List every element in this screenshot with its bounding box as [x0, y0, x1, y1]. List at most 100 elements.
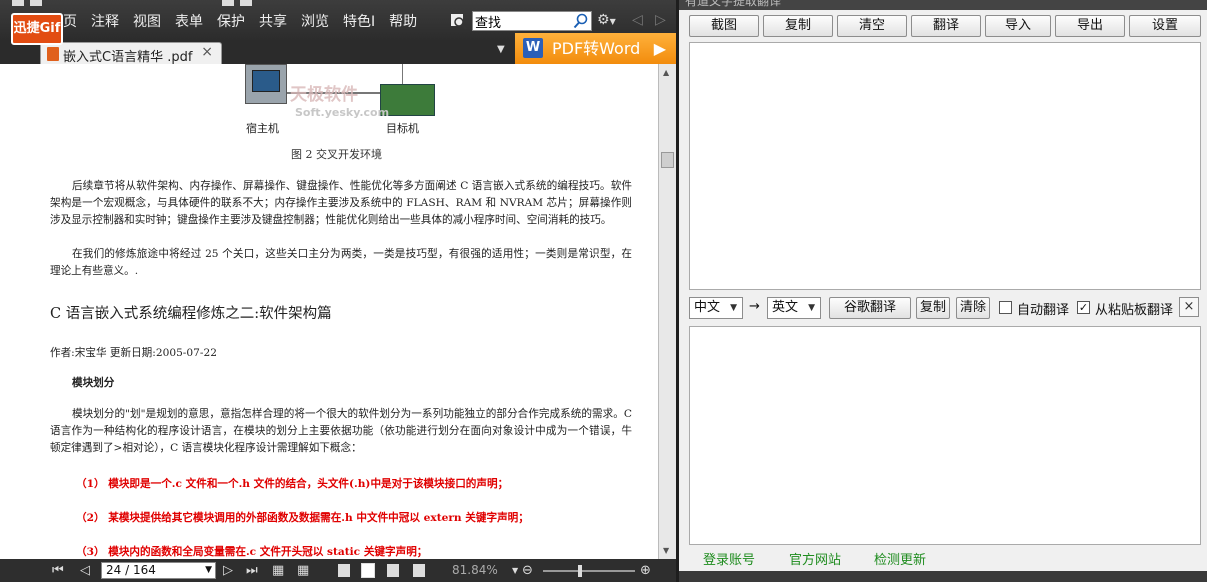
continuous-page-icon[interactable] [361, 563, 375, 578]
zoom-slider[interactable] [543, 570, 635, 572]
next-page-icon[interactable]: ▷ [223, 563, 233, 578]
export-button[interactable]: 导出 [1055, 15, 1125, 37]
close-icon[interactable]: × [1179, 297, 1199, 317]
pdf-to-word-label: PDF转Word [552, 39, 641, 58]
tab-document[interactable]: 嵌入式C语言精华 .pdf × [40, 42, 222, 65]
auto-translate-label: 自动翻译 [1017, 303, 1070, 318]
pdf-to-word-button[interactable]: W PDF转Word ▶ [515, 33, 676, 64]
paragraph: 模块划分的"划"是规划的意思，意指怎样合理的将一个很大的软件划分为一系列功能独立… [50, 408, 632, 454]
search-input[interactable] [473, 12, 569, 30]
open-icon[interactable] [30, 0, 42, 6]
menu-form[interactable]: 表单 [168, 12, 210, 32]
list-item: （2） 某模块提供给其它模块调用的外部函数及数据需在.h 中文件中冠以 exte… [76, 512, 529, 524]
status-bar: ⏮ ◁ 24 / 164 ▼ ▷ ⏭ ▦ ▦ 81.84% ▼ ⊖ ⊕ [0, 559, 676, 582]
menu-features[interactable]: 特色I [336, 12, 382, 32]
zoom-slider-thumb[interactable] [578, 565, 582, 577]
prev-page-icon[interactable]: ◁ [80, 563, 90, 578]
clipboard-translate-checkbox[interactable]: ✓ [1077, 301, 1090, 314]
page-number-select[interactable]: 24 / 164 ▼ [101, 562, 216, 579]
translate-controls: 中文 ▼ → 英文 ▼ 谷歌翻译 复制 清除 自动翻译 ✓ 从粘贴板翻译 × [679, 295, 1207, 321]
nav-back-icon[interactable]: ◁ [632, 12, 643, 28]
gif-recorder-badge: 迅捷Gif [11, 13, 63, 45]
zoom-out-icon[interactable]: ⊖ [522, 563, 533, 578]
play-arrow-icon: ▶ [653, 39, 666, 58]
scroll-down-icon[interactable]: ▼ [663, 546, 669, 555]
translate-button[interactable]: 翻译 [911, 15, 981, 37]
previous-view-icon[interactable]: ▦ [272, 563, 284, 578]
window-bottom-edge [679, 571, 1207, 582]
clear-button[interactable]: 清空 [837, 15, 907, 37]
chevron-down-icon[interactable]: ▼ [512, 566, 518, 575]
check-update-link[interactable]: 检测更新 [874, 549, 926, 568]
search-icon[interactable] [573, 13, 589, 29]
module-heading: 模块划分 [72, 377, 115, 389]
menu-protect[interactable]: 保护 [210, 12, 252, 32]
single-page-icon[interactable] [338, 564, 350, 577]
auto-translate-checkbox[interactable] [999, 301, 1012, 314]
target-language-select[interactable]: 英文 ▼ [767, 297, 821, 319]
section-title: C 语言嵌入式系统编程修炼之二:软件架构篇 [50, 306, 332, 322]
menu-items: 主页 注释 视图 表单 保护 共享 浏览 特色I 帮助 [42, 12, 424, 32]
next-view-icon[interactable]: ▦ [297, 563, 309, 578]
list-item: （1） 模块即是一个.c 文件和一个.h 文件的结合，头文件(.h)中是对于该模… [76, 478, 509, 490]
target-label: 目标机 [386, 122, 419, 135]
list-item: （3） 模块内的函数和全局变量需在.c 文件开头冠以 static 关键字声明； [76, 546, 428, 558]
copy-button[interactable]: 复制 [763, 15, 833, 37]
translator-window: 有道文字提取翻译 截图 复制 清空 翻译 导入 导出 设置 中文 ▼ → 英文 … [676, 0, 1207, 582]
figure-line [402, 64, 403, 84]
scroll-thumb[interactable] [661, 152, 674, 168]
clear-result-button[interactable]: 清除 [956, 297, 990, 319]
find-tool-icon[interactable] [450, 12, 468, 30]
result-text-area[interactable] [689, 326, 1201, 545]
page-indicator: 24 / 164 [106, 563, 156, 577]
source-language-select[interactable]: 中文 ▼ [689, 297, 743, 319]
scroll-up-icon[interactable]: ▲ [663, 68, 669, 77]
close-icon[interactable]: × [201, 44, 213, 60]
menu-help[interactable]: 帮助 [382, 12, 424, 32]
chevron-down-icon[interactable]: ▼ [497, 44, 505, 55]
zoom-level[interactable]: 81.84% [452, 563, 498, 577]
continuous-facing-icon[interactable] [413, 564, 425, 577]
word-icon: W [523, 38, 543, 58]
official-site-link[interactable]: 官方网站 [789, 549, 841, 568]
print-icon[interactable] [222, 0, 234, 6]
facing-page-icon[interactable] [387, 564, 399, 577]
source-text-area[interactable] [689, 42, 1201, 290]
author-line: 作者:宋宝华 更新日期:2005-07-22 [50, 347, 217, 359]
clipboard-translate-label: 从粘贴板翻译 [1095, 303, 1174, 318]
target-language-value: 英文 [772, 300, 799, 315]
host-label: 宿主机 [246, 122, 279, 135]
pdf-reader-window: 主页 注释 视图 表单 保护 共享 浏览 特色I 帮助 ⚙▼ ◁ ▷ 迅捷Gif… [0, 0, 676, 582]
google-translate-button[interactable]: 谷歌翻译 [829, 297, 911, 319]
settings-button[interactable]: 设置 [1129, 15, 1201, 37]
paragraph: 在我们的修炼旅途中将经过 25 个关口，这些关口主分为两类，一类是技巧型，有很强… [50, 248, 632, 277]
import-button[interactable]: 导入 [985, 15, 1051, 37]
chevron-down-icon: ▼ [730, 303, 737, 313]
nav-forward-icon[interactable]: ▷ [655, 12, 666, 28]
first-page-icon[interactable]: ⏮ [52, 563, 64, 578]
vertical-scrollbar[interactable]: ▲ ▼ [658, 64, 676, 559]
window-title: 有道文字提取翻译 [685, 0, 782, 8]
pdf-file-icon [47, 47, 59, 61]
search-box [472, 11, 592, 31]
zoom-in-icon[interactable]: ⊕ [640, 563, 651, 578]
app-icon[interactable] [12, 0, 24, 6]
figure-cross-dev: 天极软件 Soft.yesky.com 宿主机 目标机 [240, 64, 440, 135]
chevron-down-icon: ▼ [808, 303, 815, 313]
title-bar: 有道文字提取翻译 [679, 0, 1207, 10]
undo-icon[interactable] [240, 0, 252, 6]
figure-watermark-url: Soft.yesky.com [295, 106, 390, 119]
figure-caption: 图 2 交叉开发环境 [291, 148, 382, 161]
last-page-icon[interactable]: ⏭ [246, 563, 258, 578]
screenshot-button[interactable]: 截图 [689, 15, 759, 37]
menu-share[interactable]: 共享 [252, 12, 294, 32]
menu-view[interactable]: 视图 [126, 12, 168, 32]
host-screen-image [252, 70, 280, 92]
gear-icon[interactable]: ⚙▼ [597, 12, 623, 30]
menu-annotate[interactable]: 注释 [84, 12, 126, 32]
pdf-page: 天极软件 Soft.yesky.com 宿主机 目标机 图 2 交叉开发环境 后… [0, 64, 658, 559]
login-link[interactable]: 登录账号 [703, 549, 755, 568]
chevron-down-icon: ▼ [205, 565, 212, 575]
copy-result-button[interactable]: 复制 [916, 297, 950, 319]
menu-browse[interactable]: 浏览 [294, 12, 336, 32]
